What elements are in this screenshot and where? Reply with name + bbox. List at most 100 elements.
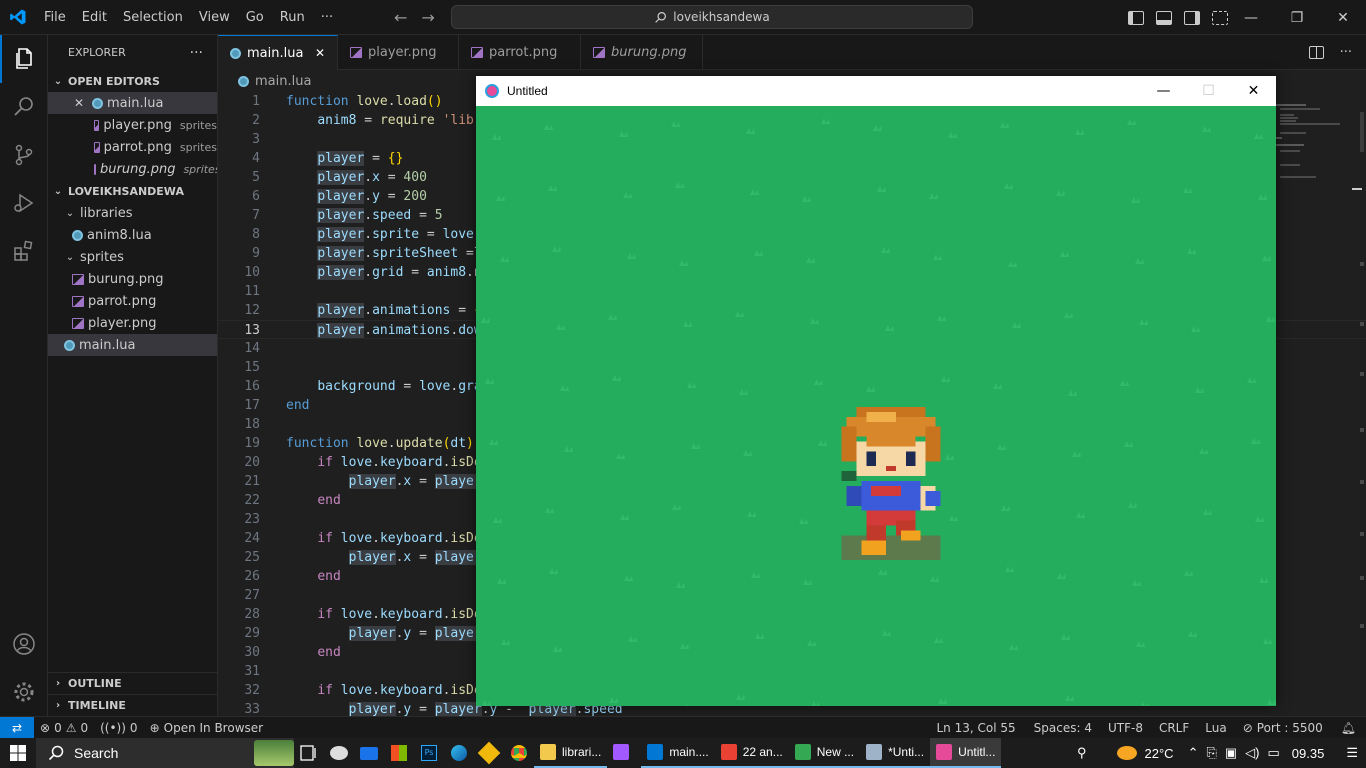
close-icon[interactable]: ✕ [315,46,325,60]
binance-icon[interactable] [474,738,504,768]
language-mode[interactable]: Lua [1197,721,1234,735]
toggle-secondary-sidebar-icon[interactable] [1184,10,1200,25]
indentation[interactable]: Spaces: 4 [1026,721,1100,735]
forward-arrow-icon[interactable]: → [421,8,434,27]
tree-file[interactable]: player.png [48,312,217,334]
windows-start-icon[interactable] [0,738,36,768]
menu-go[interactable]: Go [238,0,272,35]
game-canvas[interactable] [476,106,1276,706]
chrome-icon[interactable] [504,738,534,768]
tab-burung-png[interactable]: burung.png [581,35,703,70]
notifications-bell-icon[interactable]: 🔔︎ [1331,721,1366,735]
menu-view[interactable]: View [191,0,238,35]
live-server-port[interactable]: ⊘ Port : 5500 [1235,721,1331,735]
tab-main-lua[interactable]: main.lua ✕ [218,35,338,70]
menu-more[interactable]: ··· [313,0,341,35]
people-icon[interactable]: ⚲ [1077,745,1087,761]
taskbar-search[interactable]: Search [36,738,294,768]
explorer-more-button[interactable]: ··· [190,45,203,61]
open-editors-section-header[interactable]: ⌄ OPEN EDITORS [48,70,217,92]
menu-edit[interactable]: Edit [74,0,115,35]
game-close-button[interactable]: ✕ [1231,76,1276,106]
search-activity-icon[interactable] [0,83,48,131]
menu-run[interactable]: Run [272,0,313,35]
taskbar-app[interactable]: 22 an... [714,738,789,768]
open-editor-item[interactable]: player.png sprites [48,114,217,136]
widgets-icon[interactable] [324,738,354,768]
more-actions-icon[interactable]: ··· [1340,45,1352,60]
line-ending[interactable]: CRLF [1151,721,1197,735]
game-maximize-button[interactable]: ☐ [1186,76,1231,106]
tree-file[interactable]: parrot.png [48,290,217,312]
line-number: 19 [244,436,260,451]
restore-window-icon[interactable]: ❐ [1274,0,1320,35]
volume-icon[interactable]: ◁) [1245,745,1259,761]
taskbar-app-label: New ... [816,745,855,759]
clock-time[interactable]: 09.35 [1292,746,1325,761]
source-control-activity-icon[interactable] [0,131,48,179]
explorer-activity-icon[interactable] [0,35,48,83]
remote-indicator-button[interactable]: ⇄ [0,716,34,739]
open-editor-item[interactable]: burung.png sprites [48,158,217,180]
tab-player-png[interactable]: player.png [338,35,459,70]
outline-section-header[interactable]: › OUTLINE [48,672,217,694]
tab-parrot-png[interactable]: parrot.png [459,35,581,70]
menu-selection[interactable]: Selection [115,0,191,35]
tree-folder[interactable]: ⌄ sprites [48,246,217,268]
open-editor-folder: sprites [183,162,218,176]
mail-icon[interactable] [354,738,384,768]
accounts-activity-icon[interactable] [0,620,48,668]
taskbar-app[interactable]: main.... [641,738,715,768]
warning-count: 0 [80,720,89,735]
taskbar-app[interactable]: *Unti... [860,738,931,768]
cursor-position[interactable]: Ln 13, Col 55 [927,721,1026,735]
encoding[interactable]: UTF-8 [1100,721,1151,735]
meet-now-icon[interactable]: ⎘ [1206,745,1216,761]
close-window-icon[interactable]: ✕ [1320,0,1366,35]
action-center-icon[interactable]: ☰ [1346,745,1358,761]
taskbar-app[interactable]: Untitl... [930,738,1002,768]
photoshop-icon[interactable]: Ps [414,738,444,768]
code-text: player.x = player [348,474,482,489]
taskbar-app[interactable]: librari... [534,738,608,768]
toggle-panel-icon[interactable] [1156,10,1172,25]
ports-indicator[interactable]: ((•)) 0 [94,721,143,735]
edge-icon[interactable] [444,738,474,768]
manage-gear-icon[interactable] [0,668,48,716]
game-minimize-button[interactable]: — [1141,76,1186,106]
taskbar-app[interactable]: New ... [788,738,861,768]
game-window-title-bar[interactable]: Untitled — ☐ ✕ [476,76,1276,106]
breadcrumb-file[interactable]: main.lua [255,74,311,89]
grass-tuft [672,504,681,510]
command-center-search[interactable]: loveikhsandewa [451,5,973,29]
toggle-primary-sidebar-icon[interactable] [1128,10,1144,25]
extensions-activity-icon[interactable] [0,227,48,275]
customize-layout-icon[interactable] [1212,10,1228,25]
store-icon[interactable] [384,738,414,768]
project-section-header[interactable]: ⌄ LOVEIKHSANDEWA [48,180,217,202]
close-icon[interactable]: ✕ [74,96,88,110]
tree-file[interactable]: anim8.lua [48,224,217,246]
menu-file[interactable]: File [36,0,74,35]
open-editor-item[interactable]: parrot.png sprites [48,136,217,158]
task-view-icon[interactable] [294,738,324,768]
open-in-browser-button[interactable]: ⊕ Open In Browser [144,721,270,735]
problems-indicator[interactable]: ⊗ 0 ⚠ 0 [34,721,94,735]
chevron-up-icon[interactable]: ⌃ [1188,745,1199,761]
network-icon[interactable]: ▣ [1225,745,1237,761]
tree-folder[interactable]: ⌄ libraries [48,202,217,224]
timeline-section-header[interactable]: › TIMELINE [48,694,217,716]
run-debug-activity-icon[interactable] [0,179,48,227]
display-icon[interactable]: ▭ [1268,745,1280,761]
tree-file[interactable]: main.lua [48,334,217,356]
back-arrow-icon[interactable]: ← [394,8,407,27]
open-editor-item[interactable]: ✕ main.lua [48,92,217,114]
grass-tuft [628,636,637,642]
tree-file[interactable]: burung.png [48,268,217,290]
minimap[interactable] [1272,92,1352,192]
taskbar-app[interactable] [607,738,641,768]
minimize-window-icon[interactable]: — [1228,0,1274,35]
editor-scrollbar[interactable] [1352,92,1366,716]
split-editor-icon[interactable] [1308,46,1324,59]
weather-temperature[interactable]: 22°C [1145,746,1174,761]
